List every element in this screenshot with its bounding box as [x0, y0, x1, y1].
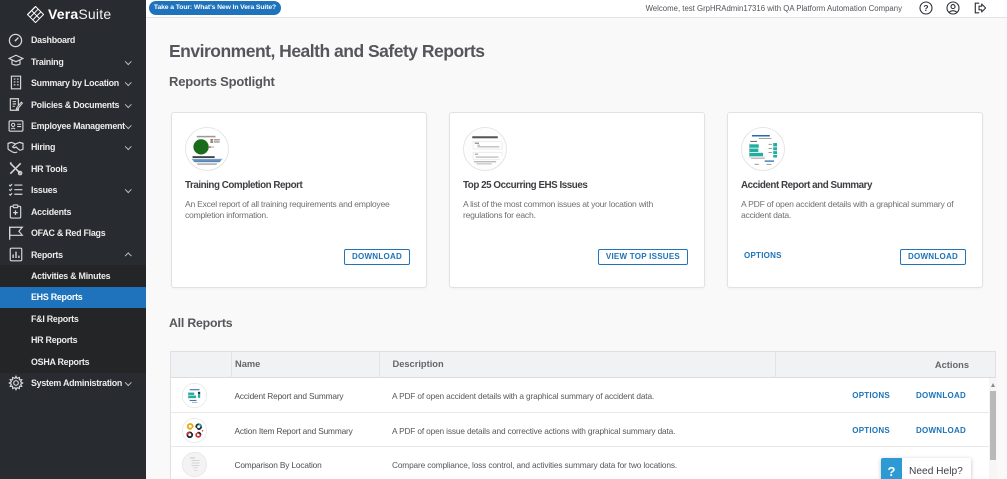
svg-text:?: ? — [923, 3, 928, 13]
